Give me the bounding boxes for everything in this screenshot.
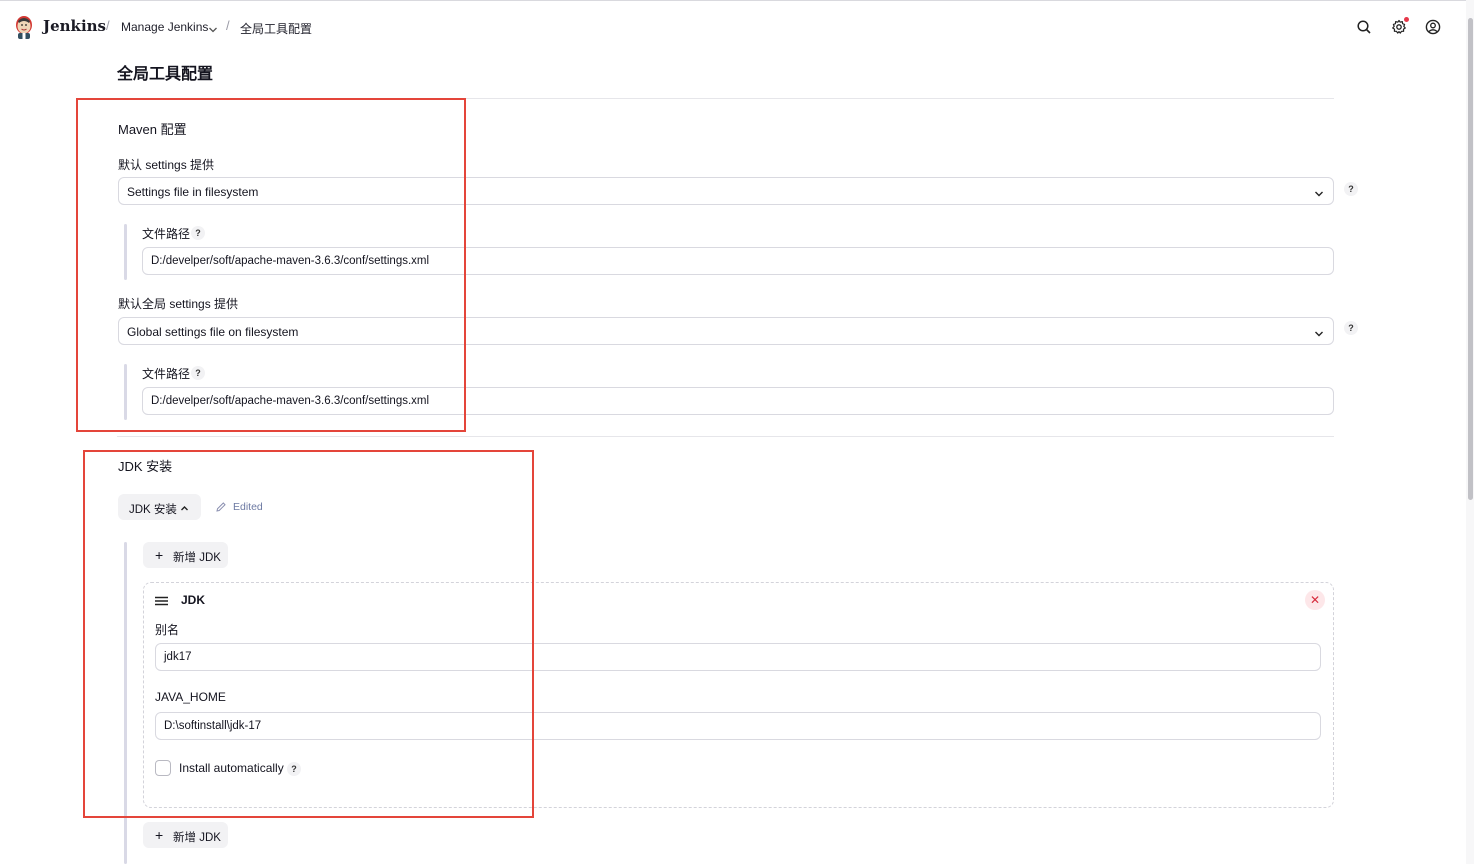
breadcrumb-manage-jenkins[interactable]: Manage Jenkins — [121, 20, 208, 34]
jenkins-logo-icon[interactable] — [12, 14, 36, 40]
top-border — [0, 0, 1474, 1]
help-icon[interactable]: ? — [1344, 321, 1358, 335]
breadcrumb-separator: / — [106, 18, 110, 33]
notification-dot — [1404, 17, 1409, 22]
chevron-down-icon[interactable] — [208, 23, 218, 33]
chevron-down-icon — [1314, 327, 1324, 337]
add-jdk-button-bottom[interactable]: + 新增 JDK — [143, 822, 228, 848]
breadcrumb-current[interactable]: 全局工具配置 — [240, 20, 312, 37]
user-icon[interactable] — [1425, 19, 1441, 35]
page-title: 全局工具配置 — [117, 66, 214, 83]
scrollbar-thumb[interactable] — [1468, 18, 1473, 500]
breadcrumb-separator: / — [226, 18, 230, 33]
help-icon[interactable]: ? — [1344, 182, 1358, 196]
search-icon[interactable] — [1356, 19, 1372, 35]
brand-name[interactable]: Jenkins — [43, 17, 106, 35]
divider — [117, 436, 1334, 437]
chevron-down-icon — [1314, 187, 1324, 197]
annotation-box-jdk — [83, 450, 534, 818]
add-jdk-label: 新增 JDK — [173, 832, 221, 844]
plus-icon: + — [155, 827, 164, 843]
annotation-box-maven — [76, 98, 466, 432]
close-icon[interactable]: ✕ — [1305, 590, 1325, 610]
